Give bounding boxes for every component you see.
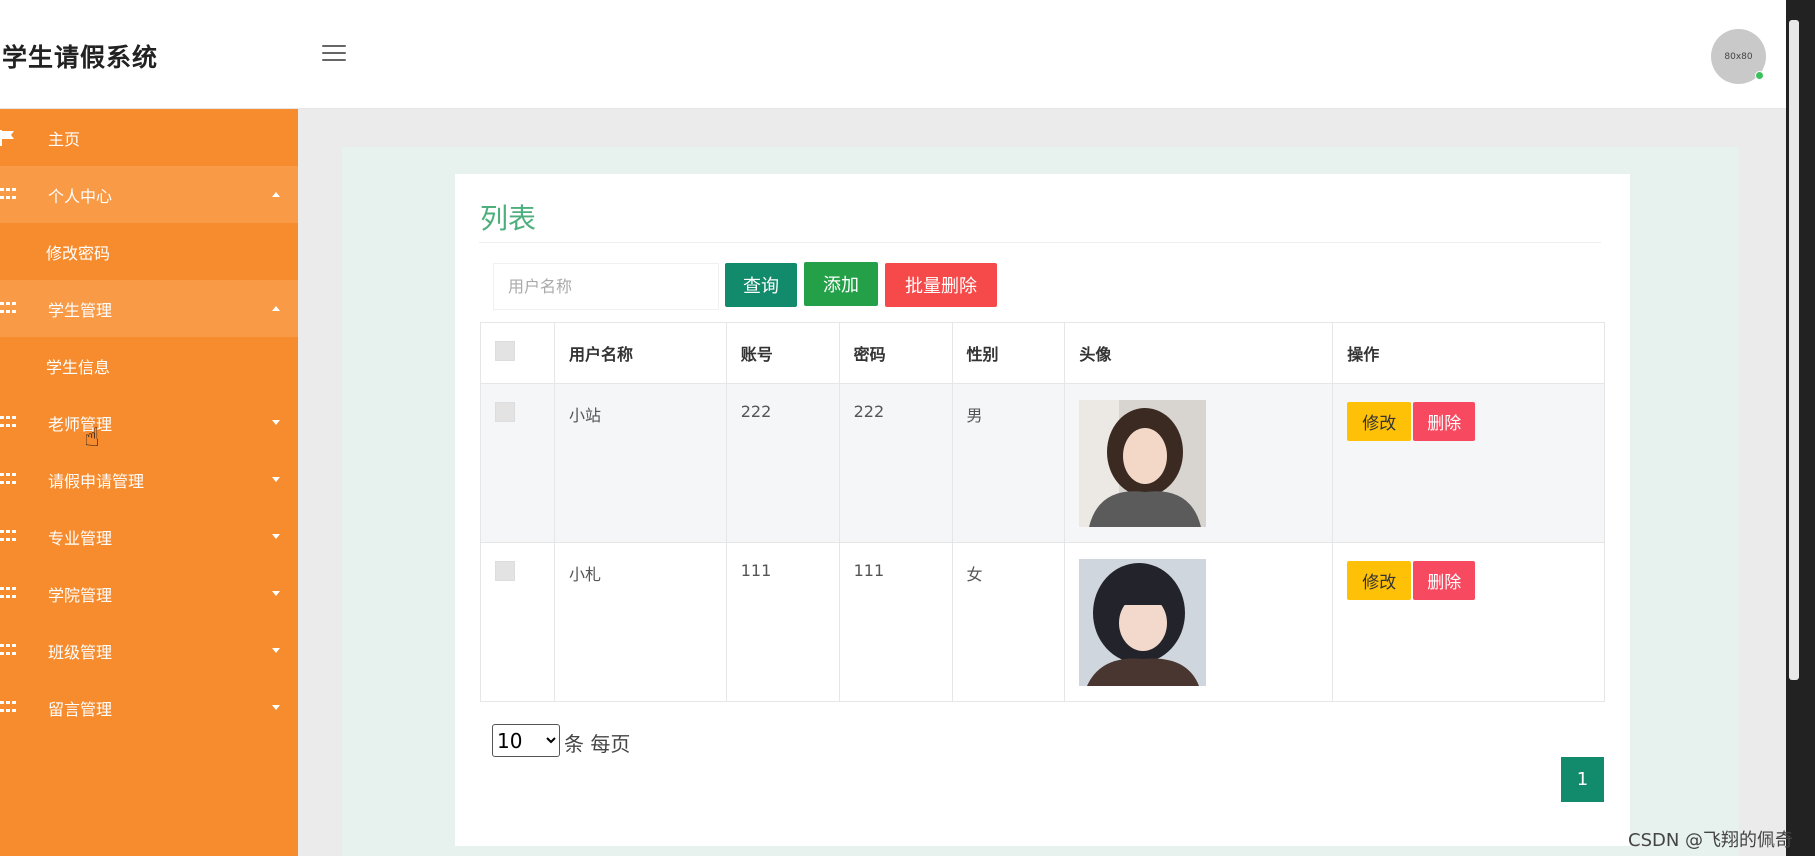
sidebar-item-major-management[interactable]: 专业管理: [0, 508, 298, 565]
sidebar-item-home[interactable]: 主页: [0, 109, 298, 166]
sidebar-item-label: 个人中心: [48, 186, 113, 206]
watermark: CSDN @飞翔的佩奇: [1628, 830, 1794, 851]
cell-password: 222: [838, 383, 953, 543]
grid-icon: [0, 586, 16, 601]
sidebar-item-personal-center[interactable]: 个人中心: [0, 166, 298, 223]
sidebar-subitem-student-info[interactable]: 学生信息: [0, 337, 298, 394]
online-status-dot: [1755, 71, 1764, 80]
cell-gender: 男: [951, 383, 1066, 543]
sidebar-item-college-management[interactable]: 学院管理: [0, 565, 298, 622]
grid-icon: [0, 187, 16, 202]
grid-icon: [0, 643, 16, 658]
hand-cursor-icon: ☝: [84, 423, 100, 453]
sidebar-subitem-change-password[interactable]: 修改密码: [0, 223, 298, 280]
top-header: 学生请假系统 80x80: [0, 0, 1786, 109]
row-checkbox[interactable]: [495, 561, 515, 581]
cell-account: 111: [725, 542, 840, 702]
batch-delete-button[interactable]: 批量删除: [885, 263, 997, 307]
chevron-down-icon: [272, 648, 280, 653]
chevron-down-icon: [272, 477, 280, 482]
brand-title: 学生请假系统: [2, 43, 159, 72]
delete-button[interactable]: 删除: [1413, 561, 1476, 600]
sidebar-item-label: 班级管理: [48, 642, 113, 662]
sidebar: 主页 个人中心 修改密码 学生管理 学生信息 老师管理 请假申请管理 专业管理 …: [0, 109, 298, 856]
table-row: 小站 222 222 男 修改 删除: [480, 383, 1605, 543]
row-select-cell: [480, 383, 555, 543]
chevron-down-icon: [272, 705, 280, 710]
user-table: 用户名称 账号 密码 性别 头像 操作 小站 222 222 男 修改 删除 小…: [480, 322, 1605, 702]
chevron-down-icon: [272, 420, 280, 425]
select-all-checkbox[interactable]: [495, 341, 515, 361]
page-title: 列表: [480, 202, 537, 235]
query-button[interactable]: 查询: [725, 263, 797, 307]
edit-button[interactable]: 修改: [1347, 402, 1412, 441]
table-header-row: 用户名称 账号 密码 性别 头像 操作: [480, 322, 1605, 384]
cell-username: 小札: [553, 542, 727, 702]
sidebar-item-label: 请假申请管理: [48, 471, 145, 491]
header-gender: 性别: [951, 322, 1066, 384]
grid-icon: [0, 301, 16, 316]
cell-actions: 修改 删除: [1332, 383, 1605, 543]
cell-password: 111: [838, 542, 953, 702]
cell-avatar: [1064, 383, 1334, 543]
sidebar-item-message-management[interactable]: 留言管理: [0, 679, 298, 736]
header-account: 账号: [725, 322, 840, 384]
hamburger-menu-icon[interactable]: [322, 45, 346, 65]
sidebar-item-label: 留言管理: [48, 699, 113, 719]
chevron-down-icon: [272, 591, 280, 596]
chevron-up-icon: [272, 192, 280, 197]
sidebar-item-student-management[interactable]: 学生管理: [0, 280, 298, 337]
header-password: 密码: [838, 322, 953, 384]
search-input[interactable]: [493, 263, 719, 310]
sidebar-item-leave-request-management[interactable]: 请假申请管理: [0, 451, 298, 508]
header-avatar: 头像: [1064, 322, 1334, 384]
user-avatar-photo: [1079, 559, 1207, 686]
header-select-all: [480, 322, 555, 384]
chevron-down-icon: [272, 534, 280, 539]
sidebar-item-label: 老师管理: [48, 414, 113, 434]
row-checkbox[interactable]: [495, 402, 515, 422]
header-actions: 操作: [1332, 322, 1605, 384]
sidebar-item-label: 学院管理: [48, 585, 113, 605]
edit-button[interactable]: 修改: [1347, 561, 1412, 600]
delete-button[interactable]: 删除: [1413, 402, 1476, 441]
chevron-up-icon: [272, 306, 280, 311]
page-size-select[interactable]: 10: [492, 724, 560, 757]
header-username: 用户名称: [553, 322, 727, 384]
grid-icon: [0, 415, 16, 430]
flag-icon: [0, 129, 14, 146]
cell-gender: 女: [951, 542, 1066, 702]
cell-username: 小站: [553, 383, 727, 543]
cell-actions: 修改 删除: [1332, 542, 1605, 702]
grid-icon: [0, 700, 16, 715]
row-select-cell: [480, 542, 555, 702]
pagination-page-1[interactable]: 1: [1561, 757, 1604, 802]
cell-avatar: [1064, 542, 1334, 702]
sidebar-item-class-management[interactable]: 班级管理: [0, 622, 298, 679]
grid-icon: [0, 529, 16, 544]
table-row: 小札 111 111 女 修改 删除: [480, 542, 1605, 702]
sidebar-item-label: 主页: [48, 129, 81, 149]
user-avatar-photo: [1079, 400, 1207, 527]
cell-account: 222: [725, 383, 840, 543]
add-button[interactable]: 添加: [804, 262, 878, 306]
sidebar-item-label: 专业管理: [48, 528, 113, 548]
scrollbar[interactable]: [1789, 20, 1799, 680]
grid-icon: [0, 472, 16, 487]
page-size-label: 条 每页: [564, 732, 631, 756]
title-divider: [479, 242, 1601, 243]
sidebar-item-teacher-management[interactable]: 老师管理: [0, 394, 298, 451]
sidebar-item-label: 学生管理: [48, 300, 113, 320]
